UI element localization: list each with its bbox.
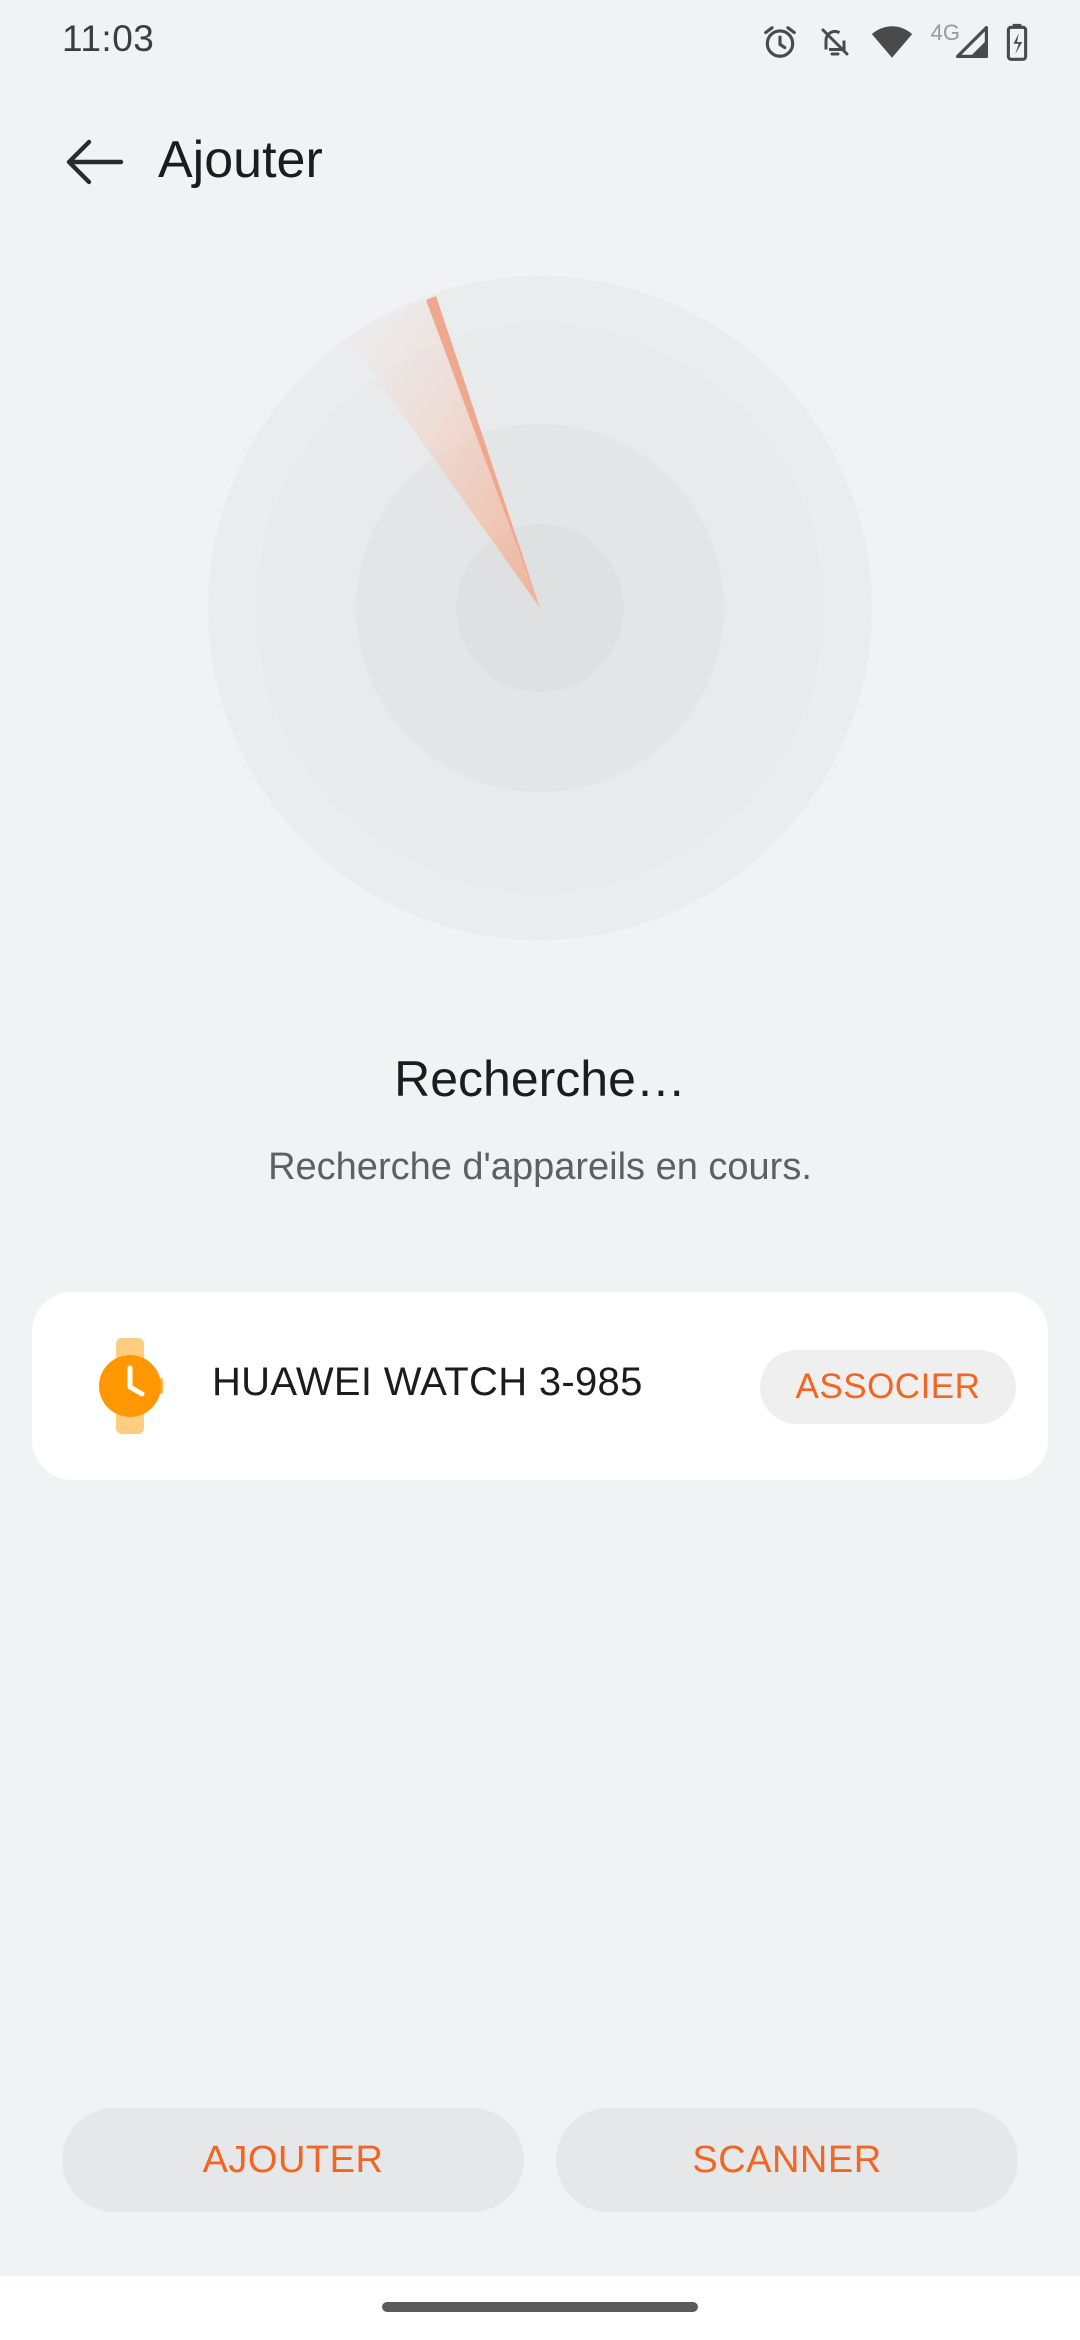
radar-search-animation (208, 276, 872, 940)
cellular-signal-icon (956, 26, 988, 58)
wifi-icon (871, 24, 913, 60)
pair-button[interactable]: ASSOCIER (760, 1350, 1016, 1424)
scan-button[interactable]: SCANNER (556, 2108, 1018, 2212)
arrow-left-icon (65, 137, 125, 192)
device-name: HUAWEI WATCH 3-985 (212, 1360, 643, 1404)
smartwatch-icon (80, 1336, 180, 1436)
status-time: 11:03 (62, 18, 155, 59)
search-subtitle: Recherche d'appareils en cours. (268, 1146, 812, 1188)
status-bar: 11:03 4G (0, 0, 1080, 84)
add-button[interactable]: AJOUTER (62, 2108, 524, 2212)
search-title: Recherche… (394, 1051, 686, 1107)
status-icons: 4G (761, 18, 1028, 66)
back-button[interactable] (50, 124, 140, 204)
battery-charging-icon (1006, 23, 1028, 61)
home-indicator[interactable] (382, 2302, 698, 2312)
device-card: HUAWEI WATCH 3-985 ASSOCIER (32, 1292, 1048, 1480)
alarm-icon (761, 23, 799, 61)
app-bar: Ajouter (0, 110, 1080, 210)
navigation-bar (0, 2276, 1080, 2340)
notifications-off-icon (817, 23, 853, 61)
page-title: Ajouter (158, 131, 323, 189)
